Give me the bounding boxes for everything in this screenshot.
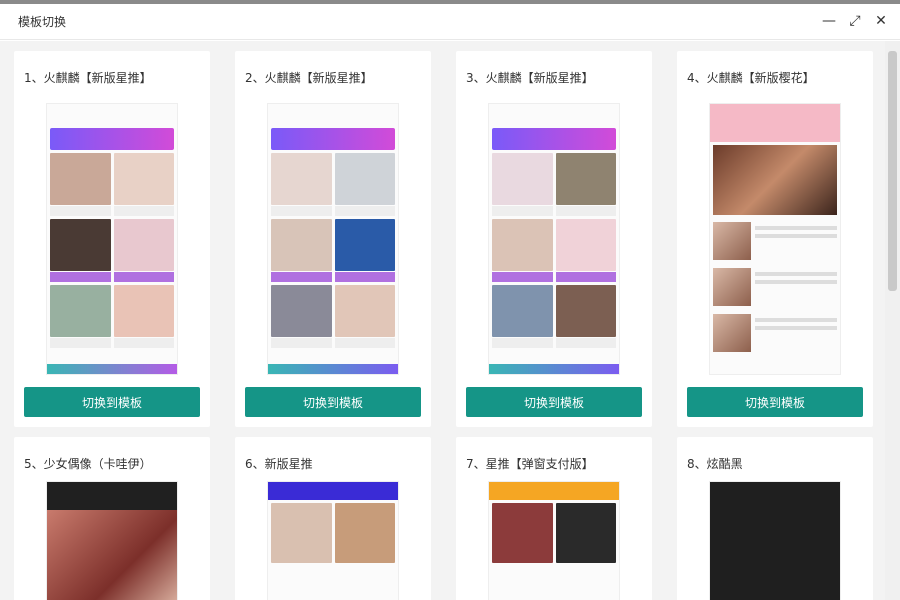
template-card-title: 4、火麒麟【新版樱花】 bbox=[687, 71, 815, 85]
window-title: 模板切换 bbox=[18, 15, 67, 29]
template-preview-image bbox=[709, 103, 841, 375]
switch-template-button[interactable]: 切换到模板 bbox=[24, 387, 200, 417]
template-card-3: 3、火麒麟【新版星推】 切换到模板 bbox=[456, 51, 652, 427]
minimize-icon[interactable]: — bbox=[820, 12, 838, 30]
template-card-5: 5、少女偶像（卡哇伊） bbox=[14, 437, 210, 600]
template-preview-image bbox=[46, 481, 178, 600]
template-card-title: 8、炫酷黑 bbox=[687, 457, 743, 471]
template-grid: 1、火麒麟【新版星推】 切换到模板 2、火麒麟【新版星推】 切换到模板 3、火麒… bbox=[0, 41, 885, 600]
template-preview-image bbox=[488, 481, 620, 600]
template-preview-image bbox=[267, 103, 399, 375]
close-icon[interactable]: ✕ bbox=[872, 12, 890, 30]
template-preview-image bbox=[267, 481, 399, 600]
template-preview-image bbox=[709, 481, 841, 600]
vertical-scrollbar[interactable] bbox=[885, 41, 900, 600]
template-card-6: 6、新版星推 bbox=[235, 437, 431, 600]
switch-template-button[interactable]: 切换到模板 bbox=[687, 387, 863, 417]
template-card-title: 5、少女偶像（卡哇伊） bbox=[24, 457, 152, 471]
maximize-icon[interactable]: ⤢ bbox=[846, 12, 864, 30]
template-card-title: 1、火麒麟【新版星推】 bbox=[24, 71, 152, 85]
template-card-title: 7、星推【弹窗支付版】 bbox=[466, 457, 594, 471]
template-preview-image bbox=[46, 103, 178, 375]
switch-template-button[interactable]: 切换到模板 bbox=[245, 387, 421, 417]
window-controls: — ⤢ ✕ bbox=[820, 12, 890, 30]
template-card-4: 4、火麒麟【新版樱花】 切换到模板 bbox=[677, 51, 873, 427]
scrollbar-thumb[interactable] bbox=[888, 51, 897, 291]
template-card-7: 7、星推【弹窗支付版】 bbox=[456, 437, 652, 600]
template-card-8: 8、炫酷黑 bbox=[677, 437, 873, 600]
template-preview-image bbox=[488, 103, 620, 375]
window-titlebar: 模板切换 — ⤢ ✕ bbox=[0, 4, 900, 40]
template-card-title: 3、火麒麟【新版星推】 bbox=[466, 71, 594, 85]
switch-template-button[interactable]: 切换到模板 bbox=[466, 387, 642, 417]
template-card-title: 2、火麒麟【新版星推】 bbox=[245, 71, 373, 85]
template-card-1: 1、火麒麟【新版星推】 切换到模板 bbox=[14, 51, 210, 427]
template-card-title: 6、新版星推 bbox=[245, 457, 313, 471]
template-card-2: 2、火麒麟【新版星推】 切换到模板 bbox=[235, 51, 431, 427]
